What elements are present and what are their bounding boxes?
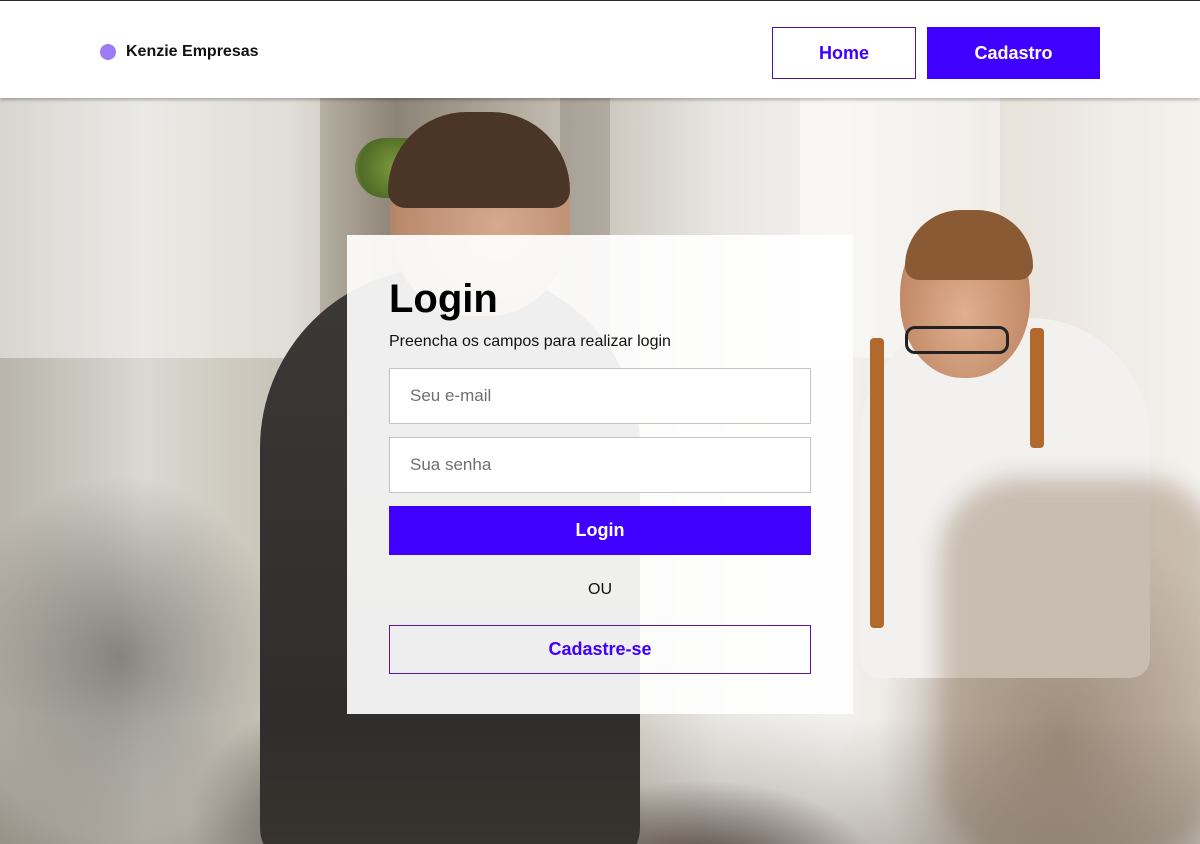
suspender-strap (1030, 328, 1044, 448)
home-button[interactable]: Home (772, 27, 916, 79)
brand: Kenzie Empresas (100, 43, 259, 61)
glasses (905, 326, 1009, 354)
or-separator: OU (588, 581, 612, 598)
register-button[interactable]: Cadastre-se (389, 625, 811, 674)
person-left-hair (388, 112, 570, 208)
window-pane (0, 98, 320, 358)
password-field[interactable] (389, 437, 811, 493)
email-field[interactable] (389, 368, 811, 424)
login-card: Login Preencha os campos para realizar l… (347, 235, 853, 714)
brand-name: Kenzie Empresas (126, 43, 259, 60)
brand-dot-icon (100, 44, 116, 60)
login-title: Login (389, 277, 498, 321)
top-header: Kenzie Empresas Home Cadastro (0, 0, 1200, 98)
cadastro-button[interactable]: Cadastro (927, 27, 1100, 79)
suspender-strap (870, 338, 884, 628)
login-subtitle: Preencha os campos para realizar login (389, 333, 671, 350)
blurred-bottom (0, 718, 1200, 844)
login-button[interactable]: Login (389, 506, 811, 555)
